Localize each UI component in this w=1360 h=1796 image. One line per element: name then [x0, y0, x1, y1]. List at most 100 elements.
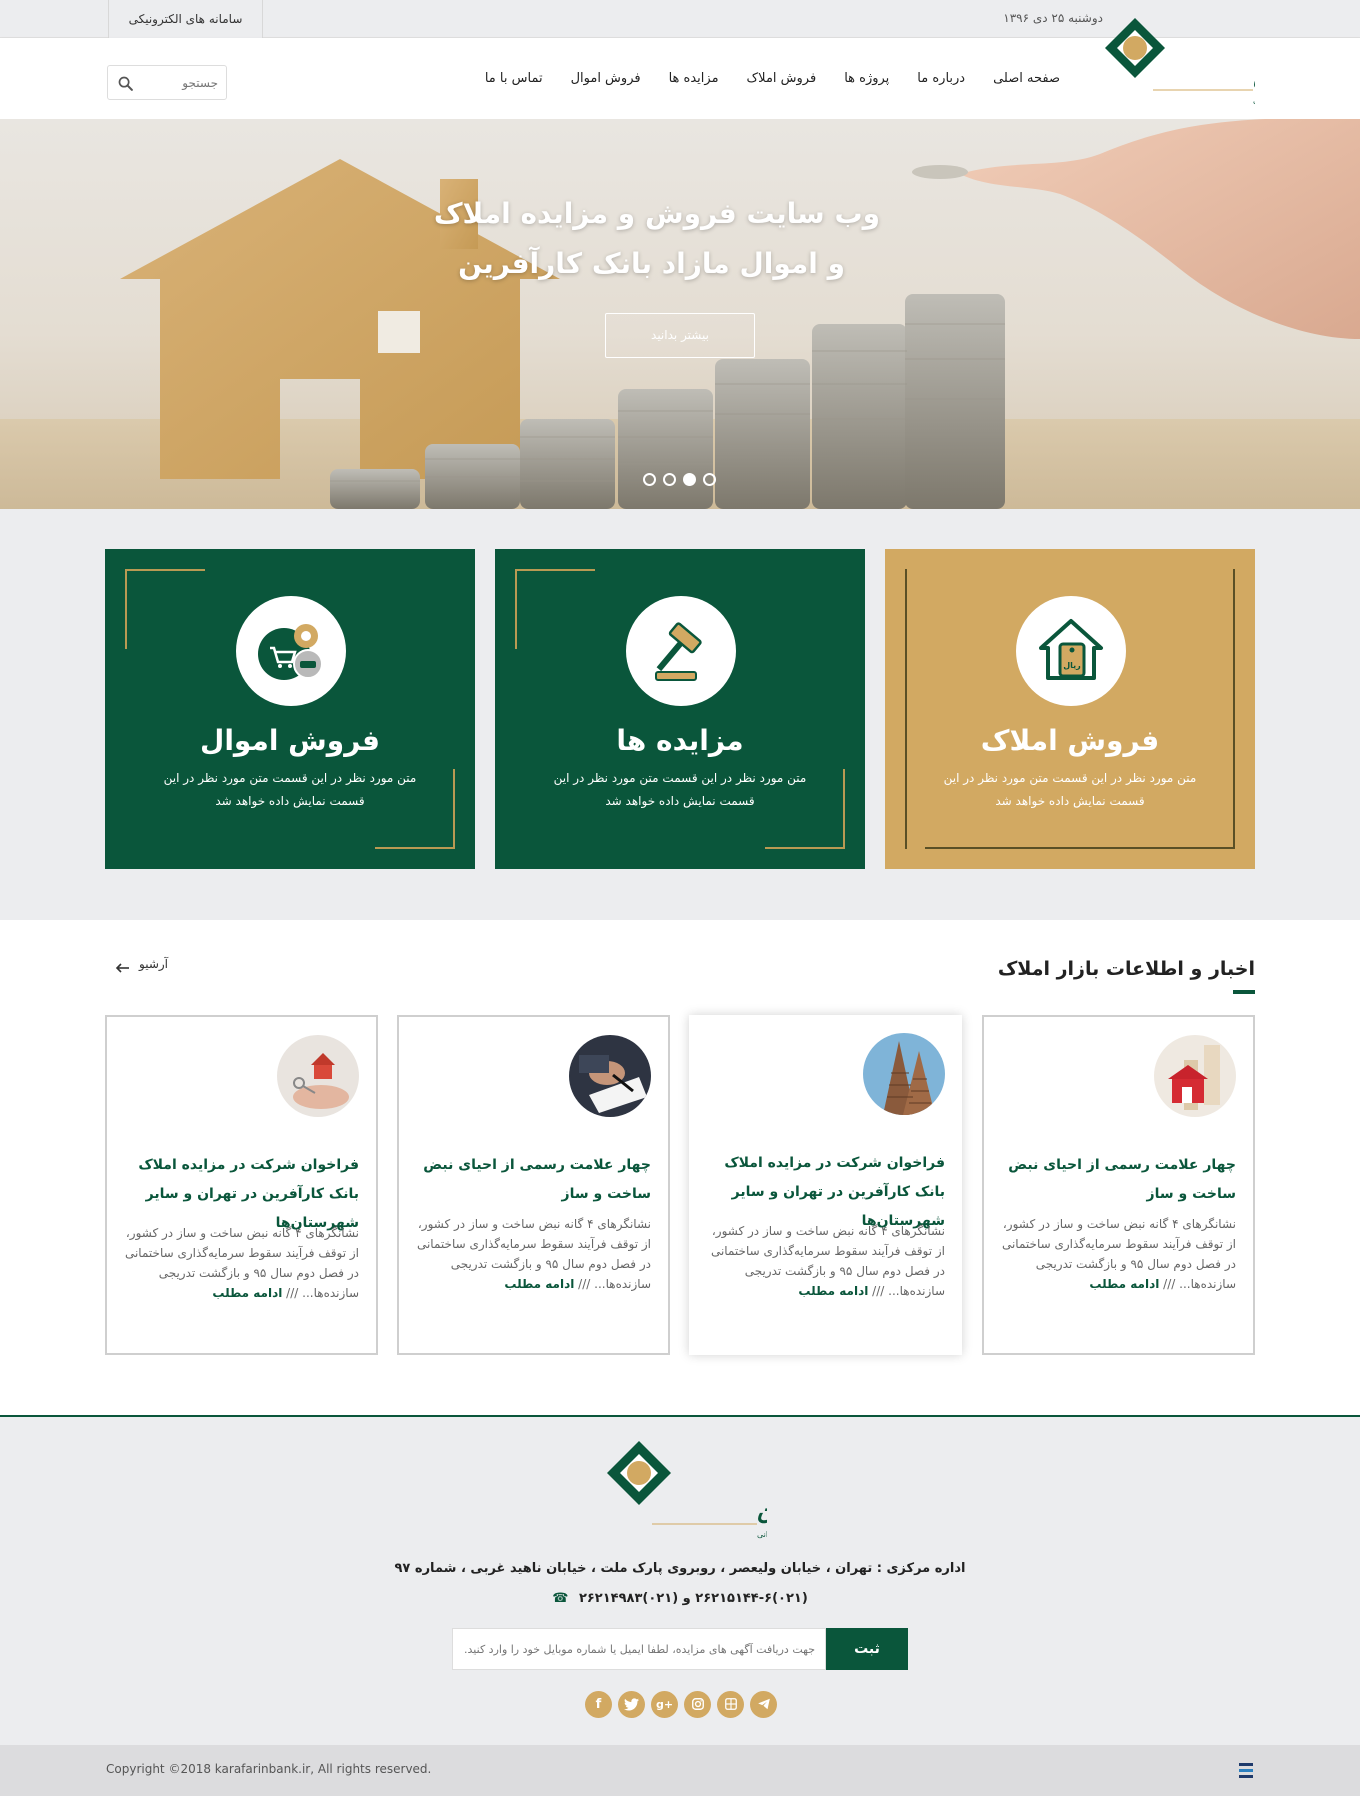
nav-property-sales[interactable]: فروش املاک: [747, 71, 817, 86]
read-more-link[interactable]: ادامه مطلب: [504, 1277, 574, 1291]
svg-text:ریال: ریال: [1063, 661, 1081, 670]
hero-title-line-1: وب سایت فروش و مزایده املاک: [433, 197, 880, 230]
twitter-icon[interactable]: [618, 1691, 645, 1718]
separator: ///: [868, 1284, 885, 1298]
nav-auctions[interactable]: مزایده ها: [669, 71, 719, 86]
separator: ///: [282, 1286, 299, 1300]
news-card[interactable]: فراخوان شرکت در مزایده املاک بانک کارآفر…: [105, 1015, 378, 1355]
subscribe-form: ثبت: [452, 1628, 908, 1670]
card-frame-line: [925, 847, 1235, 849]
title-underline: [1233, 990, 1255, 994]
news-card[interactable]: فراخوان شرکت در مزایده املاک بانک کارآفر…: [689, 1015, 962, 1355]
card-frame-line: [515, 569, 595, 571]
house-keys-image: [277, 1035, 359, 1117]
copyright-bar: Copyright ©2018 karafarinbank.ir, All ri…: [0, 1745, 1360, 1796]
svg-text:بانک کارآفرین: بانک کارآفرین: [1253, 59, 1255, 90]
news-section: اخبار و اطلاعات بازار املاک آرشیو چهار ع…: [0, 920, 1360, 1415]
facebook-icon[interactable]: f: [585, 1691, 612, 1718]
shopping-cart-car-icon: [258, 624, 323, 680]
subscribe-input[interactable]: [452, 1628, 826, 1670]
card-frame-line: [905, 569, 907, 849]
news-excerpt: نشانگرهای ۴ گانه نبض ساخت و ساز در کشور،…: [121, 1223, 359, 1303]
nav-about[interactable]: درباره ما: [917, 71, 965, 86]
nav-contact[interactable]: تماس با ما: [485, 71, 543, 86]
service-icon-circle: [236, 596, 346, 706]
signing-contract-image: [569, 1035, 651, 1117]
house-model-image: [1154, 1035, 1236, 1117]
news-title[interactable]: چهار علامت رسمی از احیای نبض ساخت و ساز: [413, 1151, 651, 1209]
service-icon-circle: ریال: [1016, 596, 1126, 706]
slider-dot-active[interactable]: [683, 473, 696, 486]
read-more-link[interactable]: ادامه مطلب: [212, 1286, 282, 1300]
news-excerpt: نشانگرهای ۴ گانه نبض ساخت و ساز در کشور،…: [413, 1214, 651, 1294]
nav-projects[interactable]: پروژه ها: [844, 71, 889, 86]
copyright-text: Copyright ©2018 karafarinbank.ir, All ri…: [106, 1762, 432, 1776]
service-description: متن مورد نظر در این قسمت متن مورد نظر در…: [163, 771, 417, 808]
electronic-systems-link[interactable]: سامانه های الکترونیکی: [108, 0, 263, 38]
card-frame-line: [125, 569, 205, 571]
slider-dot[interactable]: [703, 473, 716, 486]
news-image: [569, 1035, 651, 1117]
building-image: [863, 1033, 945, 1115]
nav-asset-sales[interactable]: فروش اموال: [571, 71, 641, 86]
service-card-property-sales[interactable]: ریال فروش املاک متن مورد نظر در این قسمت…: [885, 549, 1255, 869]
phone-icon: ☎: [552, 1591, 569, 1606]
news-title[interactable]: چهار علامت رسمی از احیای نبض ساخت و ساز: [998, 1151, 1236, 1209]
search-icon[interactable]: [117, 75, 134, 92]
arrow-left-icon[interactable]: [115, 960, 131, 976]
service-description: متن مورد نظر در این قسمت متن مورد نظر در…: [553, 771, 807, 808]
news-card[interactable]: چهار علامت رسمی از احیای نبض ساخت و ساز …: [397, 1015, 670, 1355]
card-frame-line: [1233, 569, 1235, 849]
subscribe-button[interactable]: ثبت: [826, 1628, 908, 1670]
svg-text:دانش جهانی، راه‌حل ایرانی: دانش جهانی، راه‌حل ایرانی: [1253, 96, 1255, 105]
archive-link[interactable]: آرشیو: [139, 957, 168, 971]
read-more-link[interactable]: ادامه مطلب: [798, 1284, 868, 1298]
svg-text:دانش جهانی، راه‌حل ایرانی: دانش جهانی، راه‌حل ایرانی: [757, 1530, 767, 1539]
card-frame-line: [125, 569, 127, 649]
search-box: [107, 65, 227, 100]
hero-slider: وب سایت فروش و مزایده املاک و اموال مازا…: [0, 119, 1360, 509]
google-plus-icon[interactable]: g+: [651, 1691, 678, 1718]
news-image: [277, 1035, 359, 1117]
service-card-asset-sales[interactable]: فروش اموال متن مورد نظر در این قسمت متن …: [105, 549, 475, 869]
service-title: فروش اموال: [200, 724, 380, 757]
slider-dot[interactable]: [643, 473, 656, 486]
news-excerpt: نشانگرهای ۴ گانه نبض ساخت و ساز در کشور،…: [998, 1214, 1236, 1294]
read-more-link[interactable]: ادامه مطلب: [1089, 1277, 1159, 1291]
aparat-icon[interactable]: [717, 1691, 744, 1718]
bank-logo[interactable]: بانک کارآفرین دانش جهانی، راه‌حل ایرانی: [1105, 8, 1360, 118]
section-title: اخبار و اطلاعات بازار املاک: [997, 958, 1255, 980]
current-date: دوشنبه ۲۵ دی ۱۳۹۶: [1003, 11, 1103, 25]
nav-home[interactable]: صفحه اصلی: [993, 71, 1060, 86]
separator: ///: [574, 1277, 591, 1291]
news-card[interactable]: چهار علامت رسمی از احیای نبض ساخت و ساز …: [982, 1015, 1255, 1355]
instagram-icon[interactable]: [684, 1691, 711, 1718]
main-nav: صفحه اصلی درباره ما پروژه ها فروش املاک …: [485, 38, 1060, 119]
site-footer: بانک کارآفرین دانش جهانی، راه‌حل ایرانی …: [0, 1415, 1360, 1745]
card-frame-line: [515, 569, 517, 649]
slider-dot[interactable]: [663, 473, 676, 486]
telegram-icon[interactable]: [750, 1691, 777, 1718]
footer-logo: بانک کارآفرین دانش جهانی، راه‌حل ایرانی: [597, 1437, 894, 1539]
separator: ///: [1159, 1277, 1176, 1291]
phone-numbers: (۰۲۱)۲۶۲۱۵۱۴۴-۶ و (۰۲۱)۲۶۲۱۴۹۸۳ ☎: [0, 1591, 1360, 1606]
card-frame-line: [843, 769, 845, 849]
service-description: متن مورد نظر در این قسمت متن مورد نظر در…: [943, 771, 1197, 808]
svg-text:بانک کارآفرین: بانک کارآفرین: [757, 1493, 767, 1524]
bank-logo-mark-icon: بانک کارآفرین دانش جهانی، راه‌حل ایرانی: [607, 1441, 894, 1539]
designer-logo-icon[interactable]: [1238, 1762, 1254, 1780]
service-title: فروش املاک: [980, 724, 1160, 757]
service-card-auctions[interactable]: مزایده ها متن مورد نظر در این قسمت متن م…: [495, 549, 865, 869]
bank-logo-mark-icon: بانک کارآفرین دانش جهانی، راه‌حل ایرانی: [1105, 18, 1360, 105]
news-excerpt: نشانگرهای ۴ گانه نبض ساخت و ساز در کشور،…: [703, 1221, 945, 1301]
phone-text: (۰۲۱)۲۶۲۱۵۱۴۴-۶ و (۰۲۱)۲۶۲۱۴۹۸۳: [578, 1591, 808, 1606]
search-input[interactable]: [138, 73, 218, 93]
house-price-tag-icon: ریال: [1039, 619, 1103, 680]
learn-more-button[interactable]: بیشتر بدانید: [605, 313, 755, 358]
site-header: بانک کارآفرین دانش جهانی، راه‌حل ایرانی …: [0, 18, 1360, 119]
social-links: f g+: [585, 1691, 777, 1718]
card-frame-line: [765, 847, 845, 849]
news-image: [863, 1033, 945, 1115]
service-title: مزایده ها: [616, 724, 744, 757]
news-image: [1154, 1035, 1236, 1117]
